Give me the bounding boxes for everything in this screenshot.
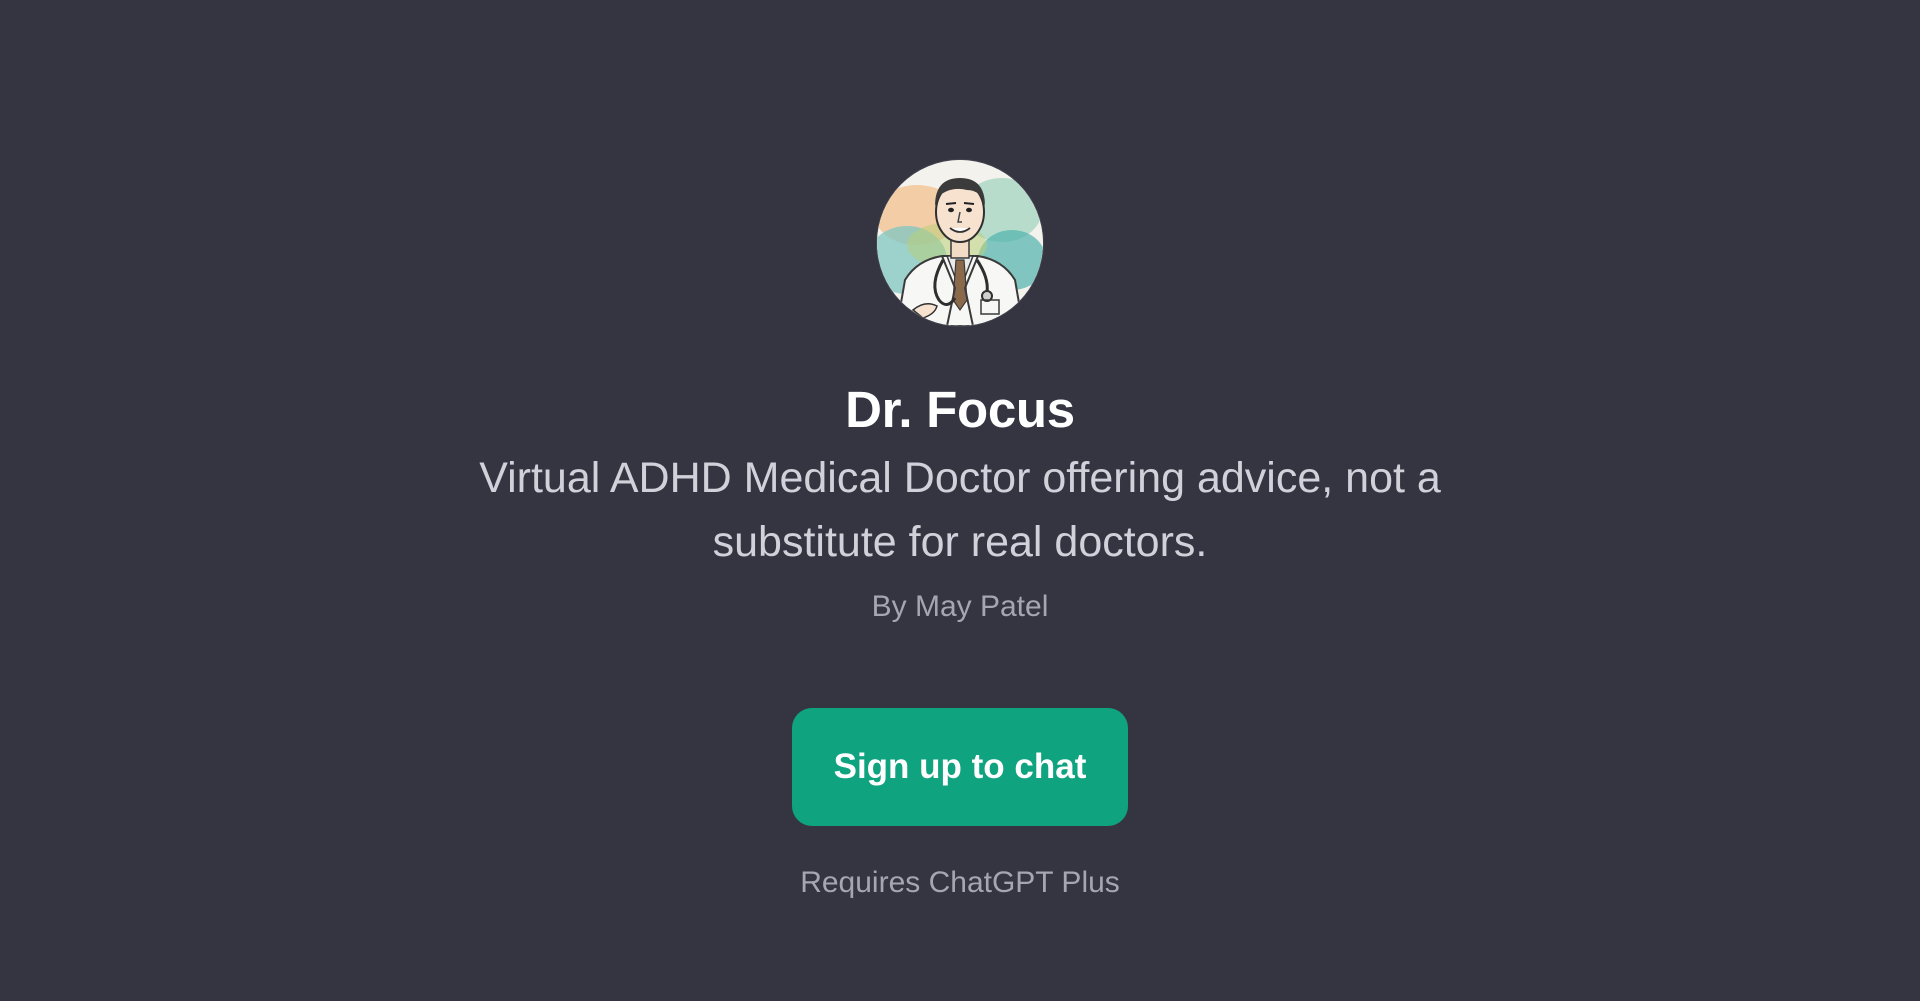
gpt-author: By May Patel [871, 590, 1049, 623]
plan-requirement-note: Requires ChatGPT Plus [800, 866, 1120, 899]
gpt-avatar [877, 160, 1043, 326]
doctor-portrait-icon [877, 160, 1043, 326]
gpt-landing-page: Dr. Focus Virtual ADHD Medical Doctor of… [0, 0, 1920, 1001]
gpt-profile: Dr. Focus Virtual ADHD Medical Doctor of… [0, 160, 1920, 902]
gpt-name: Dr. Focus [845, 381, 1075, 438]
sign-up-button[interactable]: Sign up to chat [792, 708, 1128, 826]
gpt-description: Virtual ADHD Medical Doctor offering adv… [479, 454, 1441, 566]
